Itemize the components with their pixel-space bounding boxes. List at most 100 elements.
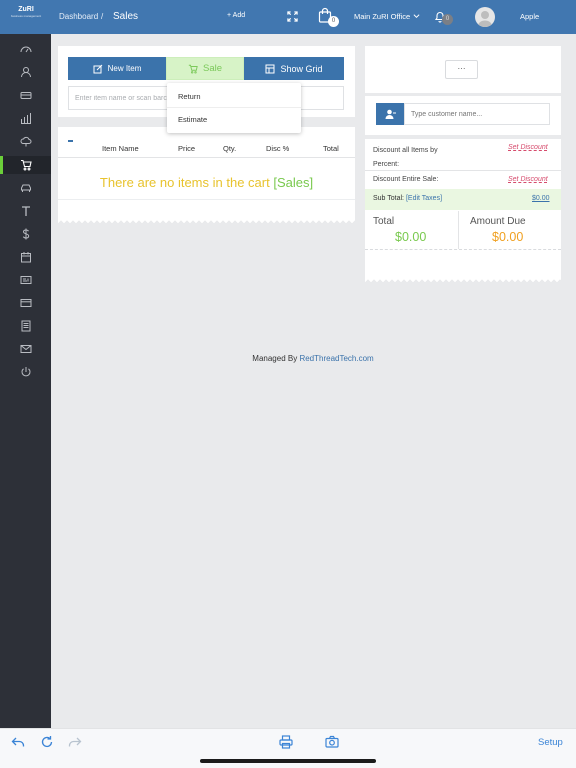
cart-count-badge: 0 [328, 16, 339, 27]
total-label: Total [373, 216, 395, 227]
reports-icon [20, 113, 31, 124]
user-name[interactable]: Apple [520, 12, 539, 21]
top-bar: ZuRI business management Dashboard / Sal… [0, 0, 576, 34]
cloud-icon [20, 136, 31, 147]
menu-item-estimate[interactable]: Estimate [178, 115, 207, 124]
sidebar-item-customers[interactable] [0, 63, 51, 81]
sidebar-item-credit-cards[interactable] [0, 294, 51, 312]
sidebar-item-dashboard[interactable] [0, 40, 51, 58]
credit-card-icon [20, 299, 31, 307]
sidebar-item-calendar[interactable] [0, 248, 51, 266]
column-header-item-name: Item Name [102, 144, 139, 153]
sidebar-item-payments[interactable] [0, 225, 51, 243]
discount-entire-label: Discount Entire Sale: [373, 176, 439, 183]
subtotal-text: Sub Total: [373, 195, 405, 202]
print-icon[interactable] [279, 735, 293, 749]
add-customer-button[interactable] [376, 103, 404, 125]
vehicle-icon [20, 184, 31, 192]
new-item-button[interactable]: New Item [68, 57, 166, 80]
total-value: $0.00 [395, 230, 427, 244]
sidebar [0, 34, 51, 728]
customers-icon [20, 67, 31, 78]
setup-button[interactable]: Setup [538, 737, 563, 748]
divider [58, 199, 355, 200]
sale-mode-menu: Return Estimate [167, 83, 301, 133]
logo-subtext: business management [10, 14, 42, 18]
show-grid-label: Show Grid [280, 63, 323, 74]
fullscreen-icon[interactable] [287, 11, 298, 22]
empty-cart-message: There are no items in the cart [Sales] [58, 175, 355, 190]
breadcrumb-separator: / [101, 12, 104, 21]
empty-cart-tag: [Sales] [273, 175, 314, 190]
undo-icon[interactable] [11, 735, 25, 749]
cart-icon [188, 64, 198, 74]
column-header-qty: Qty. [223, 144, 237, 153]
power-icon [21, 367, 30, 377]
home-indicator[interactable] [200, 759, 376, 763]
dollar-icon [22, 228, 29, 240]
camera-icon[interactable] [325, 735, 339, 749]
column-header-total: Total [323, 144, 339, 153]
sidebar-item-documents[interactable] [0, 317, 51, 335]
notification-badge: 0 [442, 14, 453, 25]
chevron-down-icon[interactable] [413, 13, 420, 19]
sidebar-item-text[interactable] [0, 202, 51, 220]
calendar-icon [20, 252, 31, 263]
divider [458, 211, 459, 249]
document-icon [21, 320, 30, 332]
dashboard-icon [20, 46, 31, 53]
customer-search-input[interactable] [404, 103, 550, 125]
managed-by-footer: Managed By RedThreadTech.com [0, 354, 576, 363]
show-grid-button[interactable]: Show Grid [244, 57, 344, 80]
text-icon [21, 206, 30, 216]
subtotal-value[interactable]: $0.00 [532, 195, 550, 202]
sidebar-item-inventory[interactable] [0, 86, 51, 104]
user-add-icon [385, 109, 396, 119]
divider [58, 157, 355, 158]
page-title: Sales [113, 11, 139, 22]
discount-percent-label: Discount all Items by Percent: [373, 147, 438, 168]
divider [365, 170, 561, 171]
divider [167, 107, 301, 108]
cart-table [58, 127, 355, 219]
sidebar-item-reports[interactable] [0, 109, 51, 127]
set-discount-percent-link[interactable]: Set Discount [508, 144, 548, 151]
sale-mode-button[interactable]: Sale [166, 57, 244, 80]
receipt-edge [58, 219, 355, 225]
menu-item-return[interactable]: Return [178, 92, 201, 101]
empty-cart-text: There are no items in the cart [99, 175, 270, 190]
sidebar-item-vehicles[interactable] [0, 179, 51, 197]
collapse-toggle[interactable] [68, 140, 73, 142]
column-header-discount: Disc % [266, 144, 290, 153]
logo-text: ZuRI [18, 6, 34, 13]
set-discount-entire-link[interactable]: Set Discount [508, 176, 548, 183]
sales-icon [20, 159, 32, 171]
amount-due-label: Amount Due [470, 216, 526, 227]
receipt-edge [365, 278, 561, 284]
id-card-icon [20, 276, 31, 284]
edit-icon [93, 64, 102, 73]
breadcrumb-dashboard[interactable]: Dashboard [59, 12, 98, 21]
company-link[interactable]: RedThreadTech.com [299, 354, 373, 363]
edit-taxes-link[interactable]: [Edit Taxes] [406, 195, 442, 202]
managed-by-text: Managed By [252, 354, 298, 363]
sidebar-item-id-cards[interactable] [0, 271, 51, 289]
redo-icon[interactable] [68, 735, 82, 749]
add-button[interactable]: + Add [227, 12, 245, 19]
column-header-price: Price [178, 144, 196, 153]
subtotal-label: Sub Total: [Edit Taxes] [373, 195, 442, 202]
grid-icon [265, 64, 275, 73]
inventory-icon [20, 92, 31, 99]
refresh-icon[interactable] [40, 735, 54, 749]
divider [365, 249, 561, 250]
amount-due-value: $0.00 [492, 230, 524, 244]
new-item-label: New Item [107, 64, 142, 73]
app-logo[interactable]: ZuRI business management [10, 6, 42, 28]
sidebar-item-cloud[interactable] [0, 132, 51, 150]
sidebar-item-logout[interactable] [0, 363, 51, 381]
sidebar-item-sales[interactable] [0, 156, 51, 174]
more-options-button[interactable]: ··· [445, 60, 478, 79]
avatar[interactable] [475, 7, 495, 27]
sale-mode-label: Sale [202, 63, 222, 74]
office-selector[interactable]: Main ZuRI Office [354, 12, 410, 21]
